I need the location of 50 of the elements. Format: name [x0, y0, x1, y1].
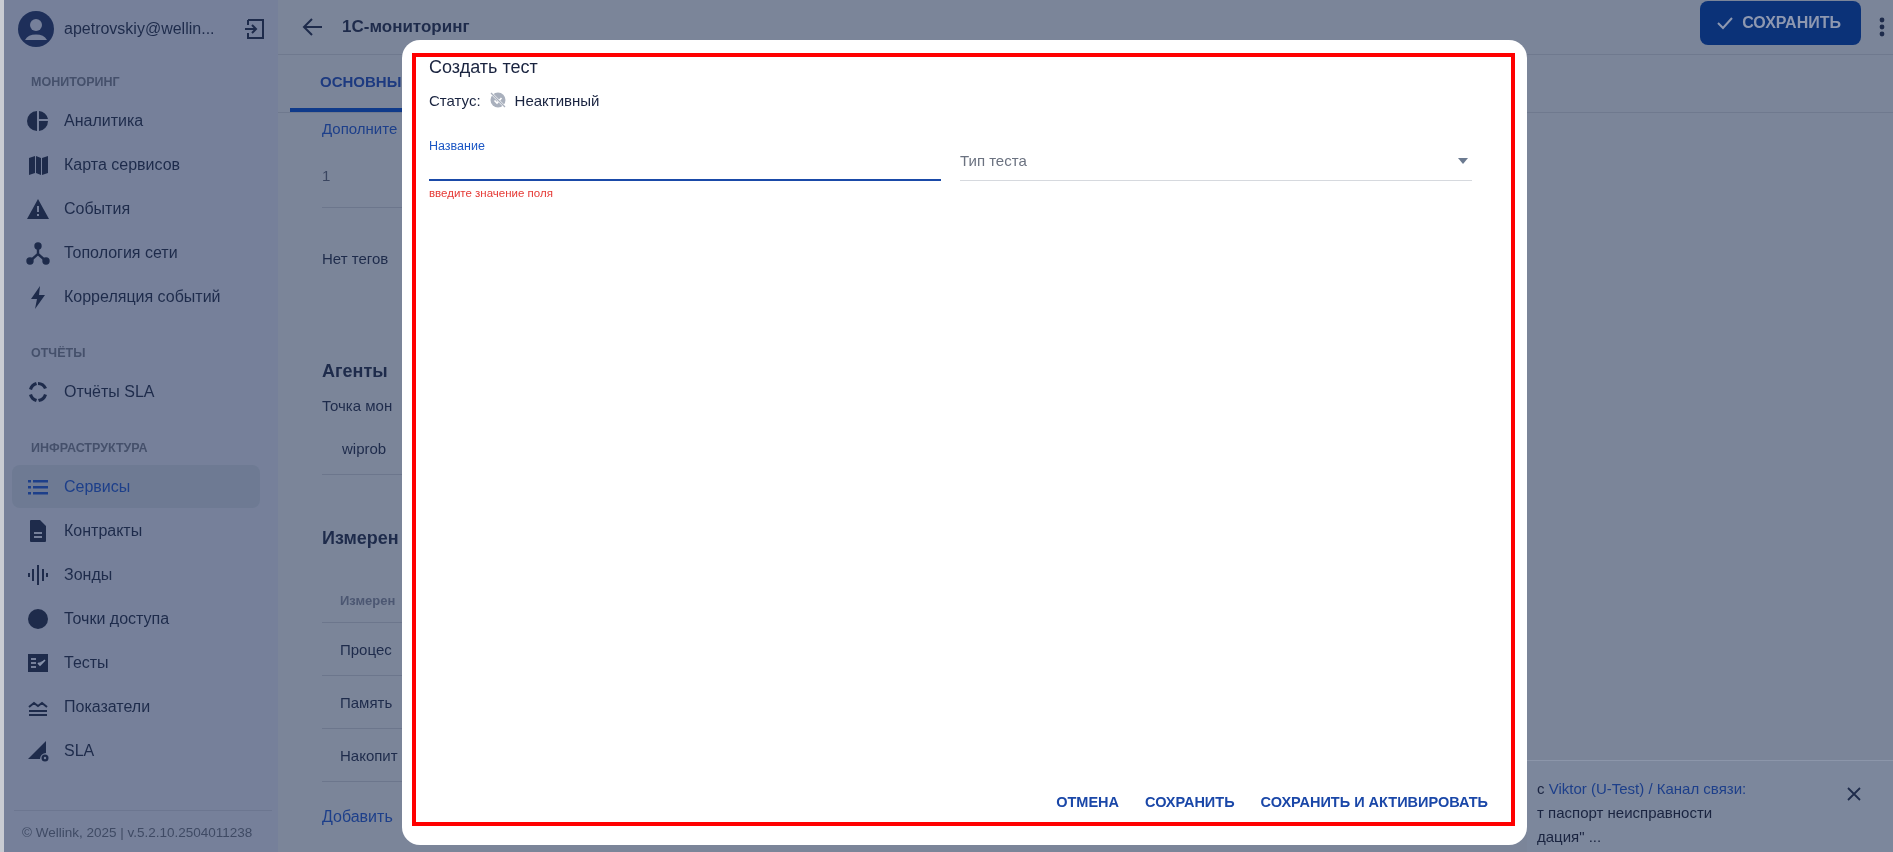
sidebar-item[interactable]: SLA — [12, 729, 260, 772]
status-value: Неактивный — [514, 91, 600, 109]
dialog-title: Создать тест — [429, 55, 539, 79]
avatar-icon — [18, 11, 54, 47]
sidebar-item[interactable]: Карта сервисов — [12, 143, 260, 186]
error-message: введите значение поля — [429, 187, 554, 199]
menu-icon — [26, 240, 50, 265]
field-label: Точка мон — [322, 396, 393, 414]
menu-icon — [26, 379, 50, 404]
sidebar-item[interactable]: Точки доступа — [12, 597, 260, 640]
dialog-button[interactable]: СОХРАНИТЬ — [1135, 786, 1245, 818]
user-email: apetrovskiy@wellin... — [64, 20, 216, 38]
sidebar-item[interactable]: Отчёты SLA — [12, 370, 260, 413]
close-icon[interactable] — [1847, 787, 1861, 801]
field-value: 1 — [322, 166, 331, 184]
sidebar-item[interactable]: Аналитика — [12, 99, 260, 142]
sidebar-item[interactable]: Показатели — [12, 685, 260, 728]
test-type-dropdown[interactable]: Тип теста — [960, 119, 1472, 181]
section-heading: Агенты — [322, 361, 388, 382]
dropdown-caret-icon — [1458, 157, 1468, 164]
menu-icon — [26, 606, 50, 631]
page-title: 1С-мониторинг — [342, 17, 471, 38]
notification-text: с Viktor (U-Test) / Канал связи: — [1537, 779, 1748, 799]
table-cell: Накопит — [340, 746, 398, 764]
link[interactable]: Дополните — [322, 119, 398, 137]
sidebar-item[interactable]: Сервисы — [12, 465, 260, 508]
more-icon[interactable] — [1879, 17, 1885, 38]
sidebar-item[interactable]: События — [12, 187, 260, 230]
sidebar-item[interactable]: Тесты — [12, 641, 260, 684]
section-heading: Измерен — [322, 528, 399, 549]
status-label: Статус: — [429, 91, 481, 109]
add-link[interactable]: Добавить — [322, 808, 393, 826]
sidebar-item[interactable]: Зонды — [12, 553, 260, 596]
sidebar-item[interactable]: Топология сети — [12, 231, 260, 274]
sidebar-item[interactable]: Контракты — [12, 509, 260, 552]
notification-link[interactable]: Viktor (U-Test) / Канал связи: — [1548, 780, 1747, 797]
save-button[interactable]: СОХРАНИТЬ — [1700, 1, 1861, 46]
dialog-button[interactable]: ОТМЕНА — [1046, 786, 1129, 818]
menu-icon — [26, 562, 50, 587]
logout-icon[interactable] — [244, 18, 266, 40]
sidebar-item[interactable]: Корреляция событий — [12, 275, 260, 318]
dialog-button[interactable]: СОХРАНИТЬ И АКТИВИРОВАТЬ — [1250, 786, 1498, 818]
table-cell: Процес — [340, 640, 392, 658]
name-field[interactable]: Название — [429, 119, 941, 181]
notification-text: т паспорт неисправности — [1537, 803, 1714, 823]
agent-name: wiprob — [342, 439, 387, 457]
menu-icon — [26, 108, 50, 133]
notification-text: дация" ... — [1537, 827, 1603, 847]
empty-text: Нет тегов — [322, 249, 389, 267]
table-cell: Память — [340, 693, 393, 711]
